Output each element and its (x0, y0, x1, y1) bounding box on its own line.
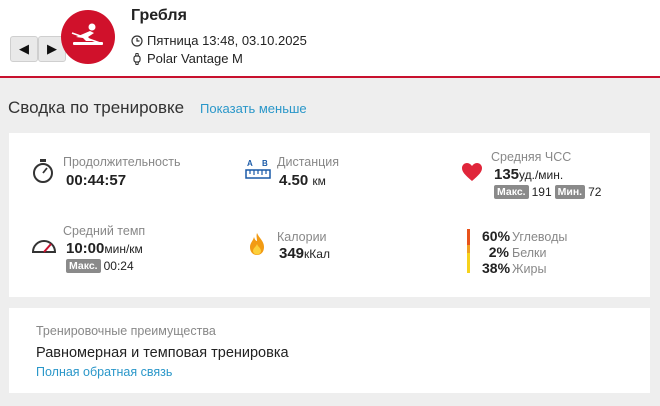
macro-protein: 2% Белки (482, 244, 547, 260)
previous-workout-button[interactable]: ◀ (10, 36, 38, 62)
hr-max-value: 191 (531, 185, 552, 199)
show-less-link[interactable]: Показать меньше (200, 101, 307, 116)
duration-label: Продолжительность (63, 155, 181, 169)
clock-icon (131, 34, 143, 47)
summary-section-header: Сводка по тренировке Показать меньше (8, 98, 648, 120)
duration-value: 00:44:57 (66, 172, 127, 189)
avg-pace-unit: мин/км (104, 242, 143, 256)
workout-datetime: Пятница 13:48, 03.10.2025 (131, 33, 307, 48)
avg-pace-value: 10:00 (66, 240, 105, 257)
hr-min-value: 72 (588, 185, 602, 199)
benefit-label: Тренировочные преимущества (36, 324, 216, 338)
fat-percent: 38% (482, 260, 511, 276)
pace-max-row: Макс. 00:24 (66, 259, 134, 273)
workout-header: ◀ ▶ Гребля Пятница 13:48, 03.10.2025 Pol… (0, 0, 660, 78)
protein-label: Белки (512, 246, 547, 260)
avg-hr-label: Средняя ЧСС (491, 150, 572, 164)
heart-icon (462, 163, 482, 181)
avg-hr-value: 135 (494, 166, 520, 183)
avg-hr-unit: уд./мин. (519, 168, 564, 182)
summary-card: Продолжительность 00:44:57 A B Дистанция… (9, 133, 650, 297)
benefit-value: Равномерная и темповая тренировка (36, 345, 289, 361)
distance-value-row: 4.50 км (279, 172, 326, 189)
avg-hr-value-row: 135уд./мин. (494, 166, 563, 183)
carbs-label: Углеводы (512, 230, 568, 244)
svg-text:B: B (262, 159, 268, 168)
fat-label: Жиры (512, 262, 547, 276)
flame-icon (250, 233, 264, 255)
watch-icon (133, 52, 141, 65)
training-benefit-card: Тренировочные преимущества Равномерная и… (9, 308, 650, 393)
macro-fat: 38% Жиры (482, 260, 546, 276)
distance-label: Дистанция (277, 155, 340, 169)
hr-max-chip: Макс. (494, 185, 529, 199)
protein-percent: 2% (488, 244, 509, 260)
sport-title: Гребля (131, 7, 187, 24)
calories-unit: кКал (304, 247, 330, 261)
distance-ruler-icon: A B (245, 159, 271, 179)
speedometer-icon (31, 240, 57, 253)
avg-pace-label: Средний темп (63, 224, 146, 238)
calories-label: Калории (277, 230, 327, 244)
full-feedback-link[interactable]: Полная обратная связь (36, 365, 172, 379)
workout-device: Polar Vantage M (131, 51, 243, 66)
calories-value: 349 (279, 245, 305, 262)
fat-bar (467, 253, 470, 273)
macro-carbs: 60% Углеводы (482, 228, 567, 244)
rowing-icon (71, 23, 103, 45)
pace-max-chip: Макс. (66, 259, 101, 273)
calories-value-row: 349кКал (279, 245, 330, 262)
protein-bar (467, 245, 470, 253)
distance-value: 4.50 (279, 172, 309, 189)
svg-text:A: A (247, 159, 253, 168)
device-text: Polar Vantage M (147, 51, 243, 66)
stopwatch-icon (33, 159, 53, 183)
section-title: Сводка по тренировке (8, 98, 185, 117)
carbs-bar (467, 229, 470, 245)
carbs-percent: 60% (482, 228, 511, 244)
distance-unit: км (312, 174, 326, 188)
pace-max-value: 00:24 (103, 259, 134, 273)
avg-pace-value-row: 10:00мин/км (66, 240, 143, 257)
hr-min-chip: Мин. (554, 185, 586, 199)
sport-badge (61, 10, 115, 64)
datetime-text: Пятница 13:48, 03.10.2025 (147, 33, 307, 48)
hr-max-min-row: Макс. 191 Мин. 72 (494, 185, 601, 199)
